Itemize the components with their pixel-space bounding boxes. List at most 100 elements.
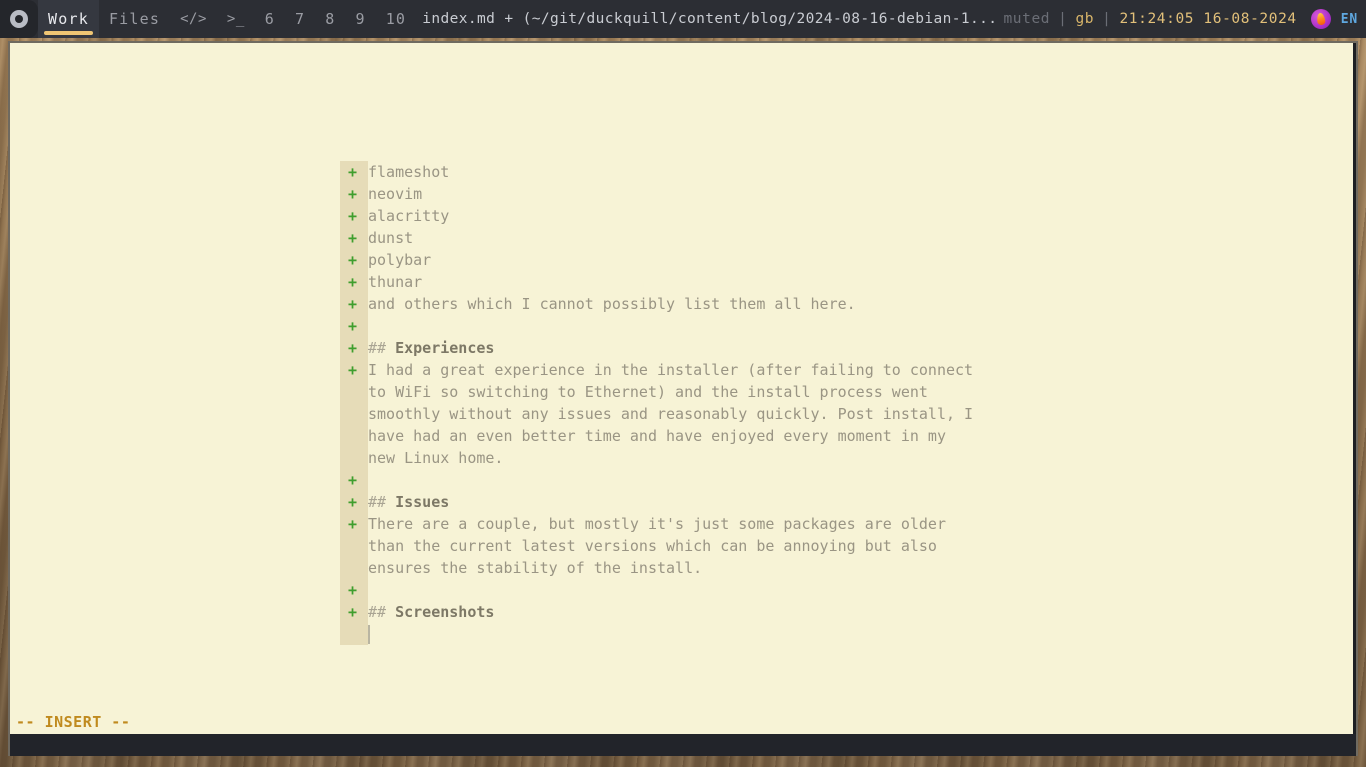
workspace-label: Work: [48, 10, 89, 28]
buffer-line: have had an even better time and have en…: [340, 425, 1300, 447]
neovim-window: + flameshot + neovim + alacritty + dunst + polyba…: [8, 41, 1358, 756]
chromium-icon: [10, 10, 28, 28]
buffer-line: + ## Experiences: [340, 337, 1300, 359]
workspace-terminal[interactable]: >_: [217, 0, 255, 38]
separator-1: |: [1058, 11, 1068, 27]
workspace-6[interactable]: 6: [255, 0, 285, 38]
diff-add-sign: +: [348, 251, 358, 269]
buffer-line: + flameshot: [340, 161, 1300, 183]
workspace-label: 7: [294, 10, 306, 28]
polybar: Work Files </> >_ 6 7 8 9 10 index.md + (~/git/d…: [0, 0, 1366, 38]
desktop-wallpaper: Work Files </> >_ 6 7 8 9 10 index.md + (~/git/d…: [0, 0, 1366, 767]
buffer-line-text: thunar: [368, 273, 423, 291]
buffer-line: to WiFi so switching to Ethernet) and th…: [340, 381, 1300, 403]
separator-2: |: [1102, 11, 1112, 27]
buffer-line-text: flameshot: [368, 163, 450, 181]
workspace-label: 10: [385, 10, 407, 28]
buffer-line-text: to WiFi so switching to Ethernet) and th…: [368, 383, 928, 401]
buffer-line: +: [340, 315, 1300, 337]
workspace-10[interactable]: 10: [376, 0, 416, 38]
workspace-work[interactable]: Work: [38, 0, 99, 38]
diff-add-sign: +: [348, 207, 358, 225]
buffer-line: +: [340, 469, 1300, 491]
diff-add-sign: +: [348, 515, 358, 533]
diff-add-sign: +: [348, 185, 358, 203]
workspace-7[interactable]: 7: [285, 0, 315, 38]
markdown-heading-text: Experiences: [395, 339, 495, 357]
polybar-right-modules: muted | gb | 21:24:05 16-08-2024 EN: [1003, 9, 1366, 29]
diff-add-sign: +: [348, 603, 358, 621]
diff-add-sign: +: [348, 163, 358, 181]
buffer-line-text: have had an even better time and have en…: [368, 427, 946, 445]
buffer-line: + polybar: [340, 249, 1300, 271]
buffer-line-text: alacritty: [368, 207, 450, 225]
window-title: index.md + (~/git/duckquill/content/blog…: [422, 11, 998, 27]
buffer-line: + dunst: [340, 227, 1300, 249]
window-right-edge: [1353, 43, 1356, 756]
polybar-left-modules: Work Files </> >_ 6 7 8 9 10: [0, 0, 416, 38]
buffer-line-text: than the current latest versions which c…: [368, 537, 937, 555]
workspace-label: Files: [108, 10, 161, 28]
buffer-line: + thunar: [340, 271, 1300, 293]
workspace-label: </>: [180, 11, 207, 27]
buffer-line: [340, 623, 1300, 645]
buffer-line: + I had a great experience in the install…: [340, 359, 1300, 381]
volume-status[interactable]: muted: [1003, 11, 1050, 27]
buffer-line-text: new Linux home.: [368, 449, 504, 467]
buffer-line-text: smoothly without any issues and reasonab…: [368, 405, 974, 423]
workspace-list: Work Files </> >_ 6 7 8 9 10: [38, 0, 416, 38]
diff-add-sign: +: [348, 229, 358, 247]
buffer-line-text: I had a great experience in the installe…: [368, 361, 974, 379]
buffer-line: new Linux home.: [340, 447, 1300, 469]
diff-add-sign: +: [348, 273, 358, 291]
buffer-line: + ## Issues: [340, 491, 1300, 513]
workspace-files[interactable]: Files: [99, 0, 170, 38]
buffer-line: than the current latest versions which c…: [340, 535, 1300, 557]
buffer-line-text: polybar: [368, 251, 432, 269]
diff-add-sign: +: [348, 471, 358, 489]
buffer-line: + There are a couple, but mostly it's jus…: [340, 513, 1300, 535]
workspace-9[interactable]: 9: [345, 0, 375, 38]
diff-add-sign: +: [348, 295, 358, 313]
diff-add-sign: +: [348, 317, 358, 335]
buffer-line: + alacritty: [340, 205, 1300, 227]
diff-add-sign: +: [348, 339, 358, 357]
buffer-lines: + flameshot + neovim + alacritty + dunst + polyba…: [340, 161, 1300, 645]
app-launcher-button[interactable]: [0, 0, 38, 38]
markdown-heading-marker: ##: [368, 603, 396, 621]
language-indicator[interactable]: EN: [1341, 12, 1358, 27]
window-bottom-bar: [10, 734, 1356, 756]
workspace-code[interactable]: </>: [170, 0, 217, 38]
buffer-line-text: neovim: [368, 185, 423, 203]
workspace-label: 6: [264, 10, 275, 28]
keyboard-layout[interactable]: gb: [1075, 11, 1094, 27]
diff-add-sign: +: [348, 361, 358, 379]
flame-circle-icon[interactable]: [1310, 9, 1331, 29]
markdown-heading-text: Issues: [395, 493, 450, 511]
buffer-line: + and others which I cannot possibly list…: [340, 293, 1300, 315]
clock[interactable]: 21:24:05 16-08-2024: [1119, 11, 1296, 27]
workspace-label: 8: [325, 10, 336, 28]
buffer-line: + ## Screenshots: [340, 601, 1300, 623]
workspace-label: >_: [226, 11, 245, 27]
buffer-line: +: [340, 579, 1300, 601]
buffer-line-text: ensures the stability of the install.: [368, 559, 703, 577]
mode-indicator: -- INSERT --: [16, 713, 131, 731]
buffer-line-text: and others which I cannot possibly list …: [368, 295, 856, 313]
diff-add-sign: +: [348, 493, 358, 511]
statusline: -- INSERT --: [10, 710, 1356, 734]
buffer-line-text: There are a couple, but mostly it's just…: [368, 515, 946, 533]
markdown-heading-marker: ##: [368, 339, 396, 357]
buffer-line: ensures the stability of the install.: [340, 557, 1300, 579]
buffer-line: smoothly without any issues and reasonab…: [340, 403, 1300, 425]
buffer-line-text: dunst: [368, 229, 414, 247]
diff-add-sign: +: [348, 581, 358, 599]
workspace-8[interactable]: 8: [315, 0, 345, 38]
markdown-heading-text: Screenshots: [395, 603, 495, 621]
markdown-heading-marker: ##: [368, 493, 396, 511]
workspace-label: 9: [355, 10, 366, 28]
buffer-line: + neovim: [340, 183, 1300, 205]
text-buffer[interactable]: + flameshot + neovim + alacritty + dunst + polyba…: [340, 161, 1300, 645]
terminal-surface[interactable]: + flameshot + neovim + alacritty + dunst + polyba…: [10, 43, 1356, 756]
text-cursor: [368, 625, 370, 644]
